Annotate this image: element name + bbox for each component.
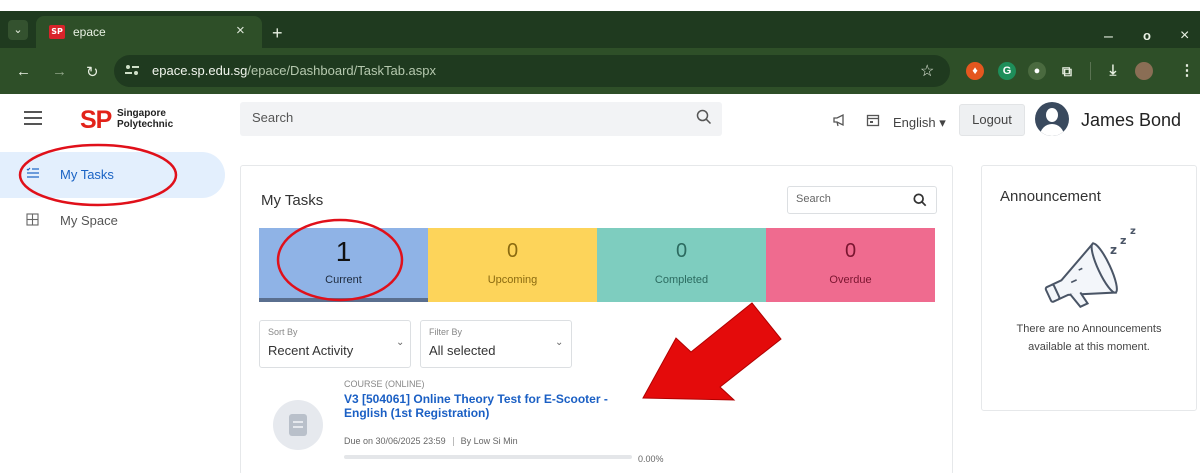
task-due: Due on 30/06/2025 23:59 [344,436,446,446]
site-info-icon[interactable] [124,63,140,80]
svg-text:z: z [1130,226,1136,237]
new-tab-icon[interactable]: + [272,24,283,42]
course-thumbnail [273,400,323,450]
forward-icon[interactable]: → [52,63,67,80]
profile-avatar-icon[interactable] [1135,62,1153,80]
address-bar[interactable]: epace.sp.edu.sg/epace/Dashboard/TaskTab.… [114,55,950,87]
tab-title: epace [73,25,106,39]
dropdown-value: All selected [429,343,496,358]
url-domain: epace.sp.edu.sg [152,63,248,78]
tile-count: 0 [844,240,857,262]
logo-name: Singapore Polytechnic [117,108,174,130]
favicon: SP [49,25,65,39]
active-tile-indicator [259,298,428,302]
sort-by-dropdown[interactable]: Sort By Recent Activity ⌄ [259,320,411,368]
document-icon [289,414,307,436]
window-minimize-icon[interactable]: – [1104,28,1113,46]
chevron-down-icon: ⌄ [396,337,405,348]
task-list-item: COURSE (ONLINE) V3 [504061] Online Theor… [271,374,831,473]
browser-tab-bar: ⌄ SP epace × + – o × [0,11,1200,48]
browser-menu-icon[interactable]: ⋮ [1178,62,1196,80]
grid-icon [26,213,39,229]
logout-button[interactable]: Logout [959,104,1025,136]
user-name[interactable]: James Bond [1081,110,1181,131]
tile-label: Completed [654,274,709,286]
extension-g-icon[interactable]: G [998,62,1016,80]
task-meta: Due on 30/06/2025 23:59 By Low Si Min [344,436,518,447]
browser-tab[interactable]: SP epace × [36,16,262,48]
reload-icon[interactable]: ↻ [86,63,99,81]
search-icon[interactable] [696,109,712,125]
task-status-tiles: 1 Current 0 Upcoming 0 Completed 0 Overd… [259,228,935,302]
tile-count: 0 [506,240,519,262]
tile-completed[interactable]: 0 Completed [597,228,766,302]
extensions-puzzle-icon[interactable]: ⧉ [1058,62,1076,80]
url-path: /epace/Dashboard/TaskTab.aspx [247,63,437,78]
my-tasks-card: My Tasks 1 Current 0 Upcoming 0 Complete… [240,165,953,473]
sidebar-item-label: My Space [60,213,118,228]
search-icon[interactable] [913,193,927,207]
hamburger-menu-icon[interactable] [24,111,42,125]
announcement-card: Announcement z z z There are no Announce… [981,165,1197,411]
sidebar: My Tasks My Space [0,150,225,473]
screen-top-strip [0,0,1200,11]
card-title: My Tasks [261,192,324,209]
app-header: SP SingaporePolytechnic English ▾ Logout… [0,94,1200,150]
global-search-input[interactable] [252,110,672,125]
tile-overdue[interactable]: 0 Overdue [766,228,935,302]
task-search [787,186,937,214]
tile-label: Upcoming [487,274,538,286]
download-icon[interactable]: ⤓ [1104,62,1122,80]
announcement-empty-text: There are no Announcements available at … [1016,323,1162,353]
tab-close-icon[interactable]: × [236,22,245,39]
chevron-down-icon: ⌄ [555,337,564,348]
task-search-input[interactable] [796,193,906,205]
megaphone-illustration-icon: z z z [1044,226,1136,308]
task-author: By Low Si Min [460,436,518,446]
task-title-link[interactable]: V3 [504061] Online Theory Test for E-Sco… [344,392,644,420]
window-close-icon[interactable]: × [1180,27,1189,45]
bookmark-star-icon[interactable]: ☆ [920,61,934,81]
announcement-title: Announcement [1000,188,1101,205]
progress-bar [344,455,632,459]
sidebar-item-my-space[interactable]: My Space [0,198,225,244]
tile-label: Overdue [829,274,872,286]
tile-count: 1 [335,236,352,267]
extension-bulb-icon[interactable]: ● [1028,62,1046,80]
svg-text:z: z [1120,234,1126,247]
window-restore-icon[interactable]: o [1143,28,1151,43]
user-avatar[interactable] [1035,102,1069,136]
tile-current[interactable]: 1 Current [259,228,428,302]
task-type: COURSE (ONLINE) [344,379,425,389]
task-list-icon [26,167,40,182]
language-select[interactable]: English ▾ [893,115,946,131]
extension-flame-icon[interactable]: ♦ [966,62,984,80]
tile-label: Current [325,274,362,286]
sidebar-item-my-tasks[interactable]: My Tasks [0,152,225,198]
dropdown-value: Recent Activity [268,343,354,358]
browser-toolbar: ← → ↻ epace.sp.edu.sg/epace/Dashboard/Ta… [0,48,1200,94]
toolbar-divider [1090,62,1091,80]
tile-count: 0 [675,240,688,262]
dropdown-label: Sort By [268,327,298,337]
filter-by-dropdown[interactable]: Filter By All selected ⌄ [420,320,572,368]
megaphone-icon[interactable] [832,113,848,127]
url-text: epace.sp.edu.sg/epace/Dashboard/TaskTab.… [152,63,436,78]
dropdown-label: Filter By [429,327,463,337]
sp-logo[interactable]: SP Singapore Polytechnic [80,106,173,134]
svg-text:z: z [1110,243,1117,257]
back-icon[interactable]: ← [16,63,31,80]
tile-upcoming[interactable]: 0 Upcoming [428,228,597,302]
sidebar-item-label: My Tasks [60,167,114,182]
calendar-icon[interactable] [866,113,880,127]
global-search [240,102,722,136]
logo-mark: SP [80,106,112,134]
progress-percent: 0.00% [638,454,664,464]
tab-search-chevron-icon[interactable]: ⌄ [8,20,28,40]
